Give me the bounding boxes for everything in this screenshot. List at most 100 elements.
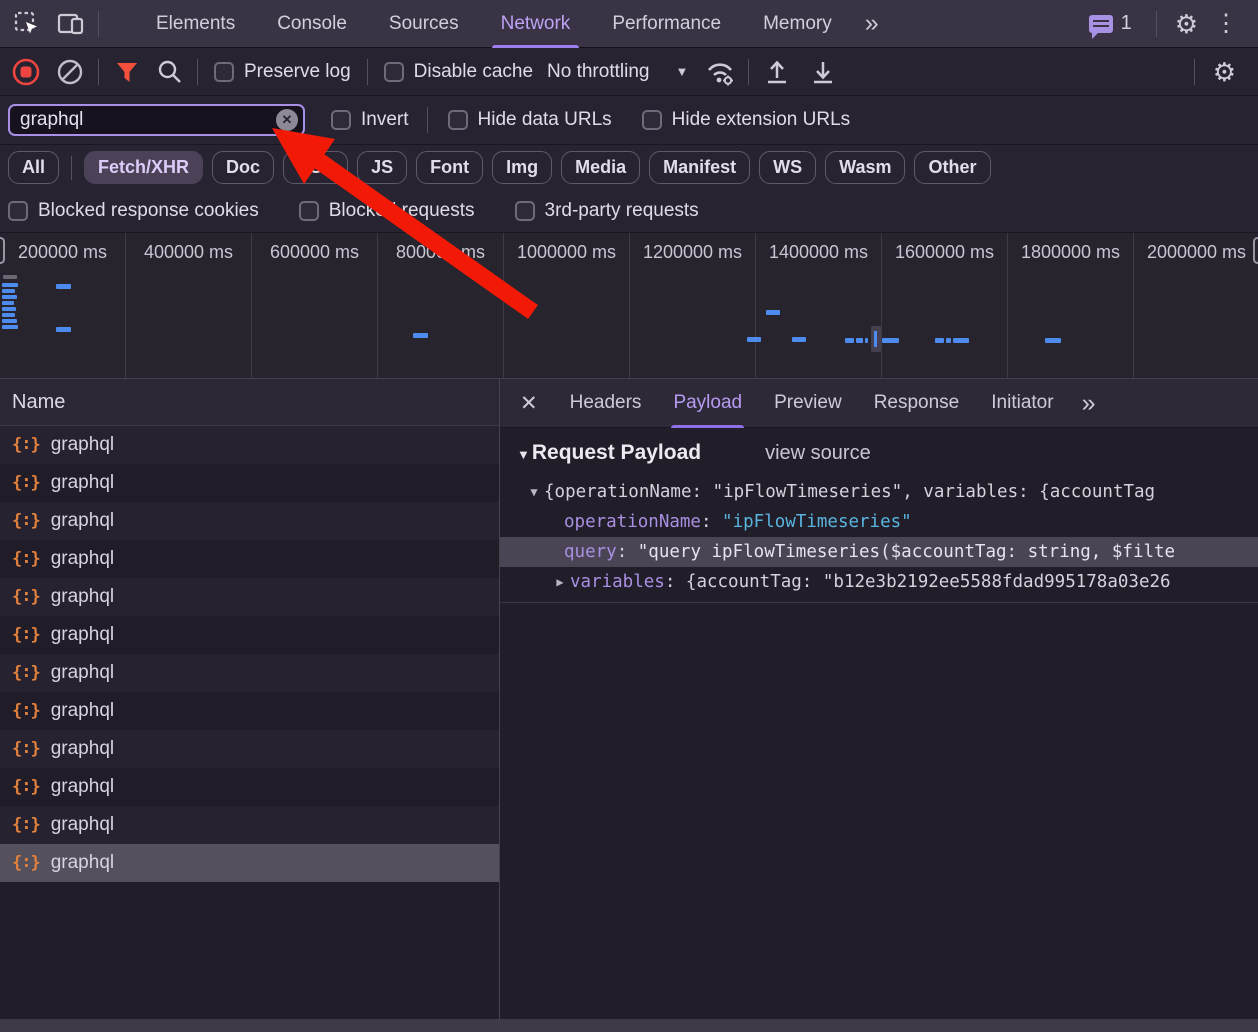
type-chip-media[interactable]: Media (561, 151, 640, 184)
waterfall-bar (2, 307, 16, 311)
type-chip-font[interactable]: Font (416, 151, 483, 184)
overview-right-handle[interactable] (1253, 237, 1258, 264)
export-har-icon[interactable] (805, 54, 841, 90)
request-row[interactable]: {∶}graphql (0, 730, 499, 768)
tab-performance[interactable]: Performance (591, 0, 742, 48)
type-chip-other[interactable]: Other (914, 151, 990, 184)
details-tab-headers[interactable]: Headers (554, 379, 658, 428)
more-panels-icon[interactable]: » (853, 9, 889, 38)
expander-icon[interactable]: ▶ (550, 575, 570, 589)
payload-row-query[interactable]: query: "query ipFlowTimeseries($accountT… (500, 537, 1258, 567)
disable-cache-checkbox[interactable] (384, 62, 404, 82)
details-tab-payload[interactable]: Payload (657, 379, 758, 428)
payload-expander-icon[interactable]: ▼ (517, 447, 530, 462)
network-overview-timeline[interactable]: 200000 ms400000 ms600000 ms800000 ms1000… (0, 233, 1258, 379)
inspect-element-icon[interactable] (10, 7, 44, 41)
blocked-requests-label[interactable]: Blocked requests (329, 200, 475, 222)
preserve-log-label[interactable]: Preserve log (244, 61, 351, 83)
waterfall-bar (2, 319, 17, 323)
hide-extension-urls-checkbox[interactable] (642, 110, 662, 130)
request-row[interactable]: {∶}graphql (0, 578, 499, 616)
more-detail-tabs-icon[interactable]: » (1070, 389, 1106, 418)
waterfall-bar (845, 338, 854, 343)
search-icon[interactable] (151, 54, 187, 90)
tab-sources[interactable]: Sources (368, 0, 480, 48)
blocked-response-cookies-checkbox[interactable] (8, 201, 28, 221)
request-row[interactable]: {∶}graphql (0, 616, 499, 654)
type-chip-css[interactable]: CSS (283, 151, 348, 184)
network-settings-gear-icon[interactable]: ⚙ (1205, 59, 1244, 85)
throttling-select[interactable]: No throttling ▼ (547, 61, 688, 83)
expander-icon[interactable]: ▼ (524, 485, 544, 499)
kebab-menu-icon[interactable]: ⋮ (1206, 12, 1246, 36)
waterfall-bar (2, 283, 18, 287)
network-conditions-icon[interactable] (702, 54, 738, 90)
payload-colon: : (701, 512, 722, 532)
waterfall-bar (2, 325, 18, 329)
waterfall-bar (56, 327, 71, 332)
name-column-header[interactable]: Name (0, 379, 499, 426)
request-row[interactable]: {∶}graphql (0, 806, 499, 844)
details-tab-initiator[interactable]: Initiator (975, 379, 1069, 428)
hide-data-urls-label[interactable]: Hide data URLs (478, 109, 612, 131)
request-row[interactable]: {∶}graphql (0, 844, 499, 882)
type-chip-fetch-xhr[interactable]: Fetch/XHR (84, 151, 203, 184)
payload-key: variables (570, 572, 665, 592)
type-chip-wasm[interactable]: Wasm (825, 151, 905, 184)
details-tab-preview[interactable]: Preview (758, 379, 858, 428)
disable-cache-label[interactable]: Disable cache (414, 61, 533, 83)
hide-extension-urls-label[interactable]: Hide extension URLs (672, 109, 850, 131)
tab-memory[interactable]: Memory (742, 0, 853, 48)
hide-data-urls-checkbox[interactable] (448, 110, 468, 130)
blocked-requests-checkbox[interactable] (299, 201, 319, 221)
view-source-link[interactable]: view source (765, 442, 871, 465)
type-chip-manifest[interactable]: Manifest (649, 151, 750, 184)
type-chip-js[interactable]: JS (357, 151, 407, 184)
close-details-icon[interactable]: ✕ (500, 391, 554, 416)
bottom-strip (0, 1019, 1258, 1032)
blocked-response-cookies-label[interactable]: Blocked response cookies (38, 200, 259, 222)
invert-label[interactable]: Invert (361, 109, 409, 131)
device-toolbar-icon[interactable] (54, 7, 88, 41)
payload-row-operationname[interactable]: operationName: "ipFlowTimeseries" (500, 507, 1258, 537)
filter-input[interactable] (8, 104, 305, 136)
preserve-log-checkbox[interactable] (214, 62, 234, 82)
payload-value: "ipFlowTimeseries" (722, 512, 912, 532)
json-braces-icon: {∶} (12, 777, 40, 797)
overview-left-handle[interactable] (0, 237, 5, 264)
request-row[interactable]: {∶}graphql (0, 692, 499, 730)
issues-counter[interactable]: 1 (1089, 12, 1132, 35)
settings-gear-icon[interactable]: ⚙ (1167, 11, 1206, 37)
payload-summary-row[interactable]: ▼ {operationName: "ipFlowTimeseries", va… (500, 477, 1258, 507)
third-party-requests-checkbox[interactable] (515, 201, 535, 221)
tab-elements[interactable]: Elements (135, 0, 256, 48)
payload-row-variables[interactable]: ▶variables: {accountTag: "b12e3b2192ee55… (500, 567, 1258, 597)
waterfall-bar (856, 338, 863, 343)
type-chip-img[interactable]: Img (492, 151, 552, 184)
tab-network[interactable]: Network (480, 0, 592, 48)
request-row[interactable]: {∶}graphql (0, 502, 499, 540)
details-tab-response[interactable]: Response (858, 379, 976, 428)
waterfall-bar (413, 333, 428, 338)
clear-filter-icon[interactable]: ✕ (276, 109, 298, 131)
third-party-requests-label[interactable]: 3rd-party requests (545, 200, 699, 222)
type-chip-doc[interactable]: Doc (212, 151, 274, 184)
throttling-value: No throttling (547, 61, 649, 83)
record-network-log-button[interactable] (8, 54, 44, 90)
request-row[interactable]: {∶}graphql (0, 464, 499, 502)
resource-type-chips: All Fetch/XHR Doc CSS JS Font Img Media Manifest… (0, 145, 1258, 190)
type-chip-all[interactable]: All (8, 151, 59, 184)
import-har-icon[interactable] (759, 54, 795, 90)
filter-funnel-icon[interactable] (109, 54, 145, 90)
request-row[interactable]: {∶}graphql (0, 654, 499, 692)
type-chip-ws[interactable]: WS (759, 151, 816, 184)
request-row[interactable]: {∶}graphql (0, 540, 499, 578)
invert-checkbox[interactable] (331, 110, 351, 130)
chip-divider (71, 156, 72, 180)
json-braces-icon: {∶} (12, 435, 40, 455)
tab-console[interactable]: Console (256, 0, 368, 48)
request-row[interactable]: {∶}graphql (0, 426, 499, 464)
json-braces-icon: {∶} (12, 625, 40, 645)
clear-network-log-button[interactable] (52, 54, 88, 90)
request-row[interactable]: {∶}graphql (0, 768, 499, 806)
